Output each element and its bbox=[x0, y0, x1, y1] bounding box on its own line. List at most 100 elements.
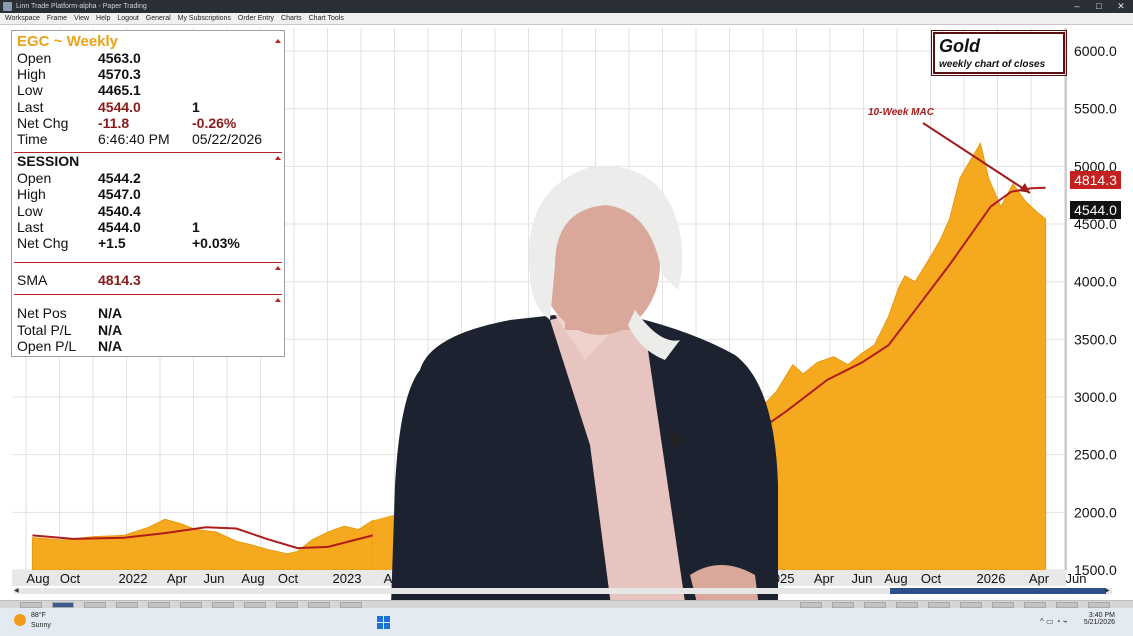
value: 4570.3 bbox=[98, 66, 141, 82]
date: 05/22/2026 bbox=[192, 131, 263, 147]
qty: 1 bbox=[192, 99, 200, 115]
pct: -0.26% bbox=[192, 115, 237, 131]
value: 4547.0 bbox=[98, 186, 141, 202]
value: 4544.0 bbox=[98, 219, 141, 235]
label: SMA bbox=[17, 272, 48, 288]
system-tray-icons[interactable]: ^ ▭ ◔ ⌁ bbox=[1040, 617, 1068, 626]
x-tick-label: Jun bbox=[1066, 571, 1087, 586]
scroll-right-arrow-icon[interactable]: ▶ bbox=[1105, 588, 1112, 594]
menu-help[interactable]: Help bbox=[96, 13, 110, 25]
menu-my-subscriptions[interactable]: My Subscriptions bbox=[178, 13, 231, 25]
menu-workspace[interactable]: Workspace bbox=[5, 13, 40, 25]
chart-subtitle: weekly chart of closes bbox=[939, 59, 1046, 70]
x-tick-label: Apr bbox=[814, 571, 835, 586]
close-button[interactable]: ✕ bbox=[1111, 0, 1131, 13]
collapse-arrow-icon[interactable] bbox=[275, 266, 281, 270]
value: -11.8 bbox=[98, 115, 130, 131]
collapse-arrow-icon[interactable] bbox=[275, 156, 281, 160]
value: 4563.0 bbox=[98, 50, 141, 66]
value: N/A bbox=[98, 305, 123, 321]
weather-condition: Sunny bbox=[31, 622, 51, 629]
label: Last bbox=[17, 219, 44, 235]
menu-charts[interactable]: Charts bbox=[281, 13, 302, 25]
value: 4544.0 bbox=[98, 99, 141, 115]
label: Open P/L bbox=[17, 338, 77, 354]
menu-view[interactable]: View bbox=[74, 13, 89, 25]
taskbar-clock[interactable]: 3:40 PM 5/21/2026 bbox=[1075, 612, 1115, 626]
pct: +0.03% bbox=[192, 235, 240, 251]
last-price-label: 4544.0 bbox=[1070, 201, 1121, 219]
value: 4540.4 bbox=[98, 203, 141, 219]
y-tick-label: 3500.0 bbox=[1074, 331, 1117, 347]
y-tick-label: 3000.0 bbox=[1074, 389, 1117, 405]
x-tick-label: Oct bbox=[921, 571, 942, 586]
label: Low bbox=[17, 203, 43, 219]
label: Open bbox=[17, 50, 52, 66]
qty: 1 bbox=[192, 219, 200, 235]
label: Low bbox=[17, 82, 43, 98]
value: 6:46:40 PM bbox=[98, 131, 170, 147]
x-tick-label: Apr bbox=[167, 571, 188, 586]
weather-temp: 88°F bbox=[31, 612, 46, 619]
menu-bar: Workspace Frame View Help Logout General… bbox=[0, 13, 1133, 25]
y-tick-label: 5500.0 bbox=[1074, 101, 1117, 117]
windows-taskbar: 88°F Sunny ^ ▭ ◔ ⌁ 3:40 PM 5/21/2026 bbox=[0, 608, 1133, 636]
y-tick-label: 2000.0 bbox=[1074, 504, 1117, 520]
quote-info-panel: EGC ~ Weekly Open 4563.0 High 4570.3 Low 44… bbox=[11, 30, 285, 357]
scroll-left-arrow-icon[interactable]: ◀ bbox=[14, 588, 21, 594]
x-tick-label: Aug bbox=[884, 571, 907, 586]
value: N/A bbox=[98, 338, 123, 354]
window-title: Linn Trade Platform-alpha - Paper Tradin… bbox=[16, 3, 147, 10]
x-tick-label: Jun bbox=[852, 571, 873, 586]
x-tick-label: 2026 bbox=[977, 571, 1006, 586]
separator bbox=[14, 294, 282, 295]
value: 4544.2 bbox=[98, 170, 141, 186]
weather-sun-icon[interactable] bbox=[14, 614, 26, 626]
menu-general[interactable]: General bbox=[146, 13, 171, 25]
value: 4465.1 bbox=[98, 82, 141, 98]
sma-price-label: 4814.3 bbox=[1070, 171, 1121, 189]
x-tick-label: 2022 bbox=[119, 571, 148, 586]
x-tick-label: Oct bbox=[60, 571, 81, 586]
label: Net Pos bbox=[17, 305, 67, 321]
minimize-button[interactable]: – bbox=[1067, 0, 1087, 13]
menu-chart-tools[interactable]: Chart Tools bbox=[309, 13, 344, 25]
y-tick-label: 4000.0 bbox=[1074, 274, 1117, 290]
menu-frame[interactable]: Frame bbox=[47, 13, 67, 25]
y-tick-label: 6000.0 bbox=[1074, 43, 1117, 59]
maximize-button[interactable]: □ bbox=[1089, 0, 1109, 13]
value: N/A bbox=[98, 322, 123, 338]
x-tick-label: Oct bbox=[278, 571, 299, 586]
x-tick-label: Aug bbox=[241, 571, 264, 586]
label: Time bbox=[17, 131, 48, 147]
label: Net Chg bbox=[17, 235, 69, 251]
sma-annotation: 10-Week MAC bbox=[868, 107, 934, 118]
x-tick-label: Apr bbox=[1029, 571, 1050, 586]
label: Open bbox=[17, 170, 52, 186]
value: +1.5 bbox=[98, 235, 126, 251]
menu-logout[interactable]: Logout bbox=[117, 13, 138, 25]
chart-tabs-row bbox=[0, 600, 1133, 608]
label: High bbox=[17, 186, 46, 202]
y-tick-label: 2500.0 bbox=[1074, 447, 1117, 463]
app-icon bbox=[3, 2, 12, 11]
label: Total P/L bbox=[17, 322, 72, 338]
value: 4814.3 bbox=[98, 272, 141, 288]
presenter-video-overlay bbox=[390, 166, 778, 636]
app-window: Linn Trade Platform-alpha - Paper Tradin… bbox=[0, 0, 1133, 636]
windows-start-icon[interactable] bbox=[377, 616, 390, 629]
title-bar: Linn Trade Platform-alpha - Paper Tradin… bbox=[0, 0, 1133, 13]
collapse-arrow-icon[interactable] bbox=[275, 39, 281, 43]
panel-title: EGC ~ Weekly bbox=[17, 33, 119, 50]
label: Last bbox=[17, 99, 44, 115]
horizontal-scrollbar[interactable]: ◀ ▶ bbox=[14, 588, 1112, 594]
menu-order-entry[interactable]: Order Entry bbox=[238, 13, 274, 25]
x-tick-label: Aug bbox=[26, 571, 49, 586]
collapse-arrow-icon[interactable] bbox=[275, 298, 281, 302]
chart-title: Gold bbox=[939, 36, 980, 56]
label: Net Chg bbox=[17, 115, 69, 131]
scrollbar-thumb[interactable] bbox=[890, 588, 1106, 594]
label: High bbox=[17, 66, 46, 82]
separator bbox=[14, 262, 282, 263]
chart-title-box: Gold weekly chart of closes bbox=[931, 30, 1067, 76]
